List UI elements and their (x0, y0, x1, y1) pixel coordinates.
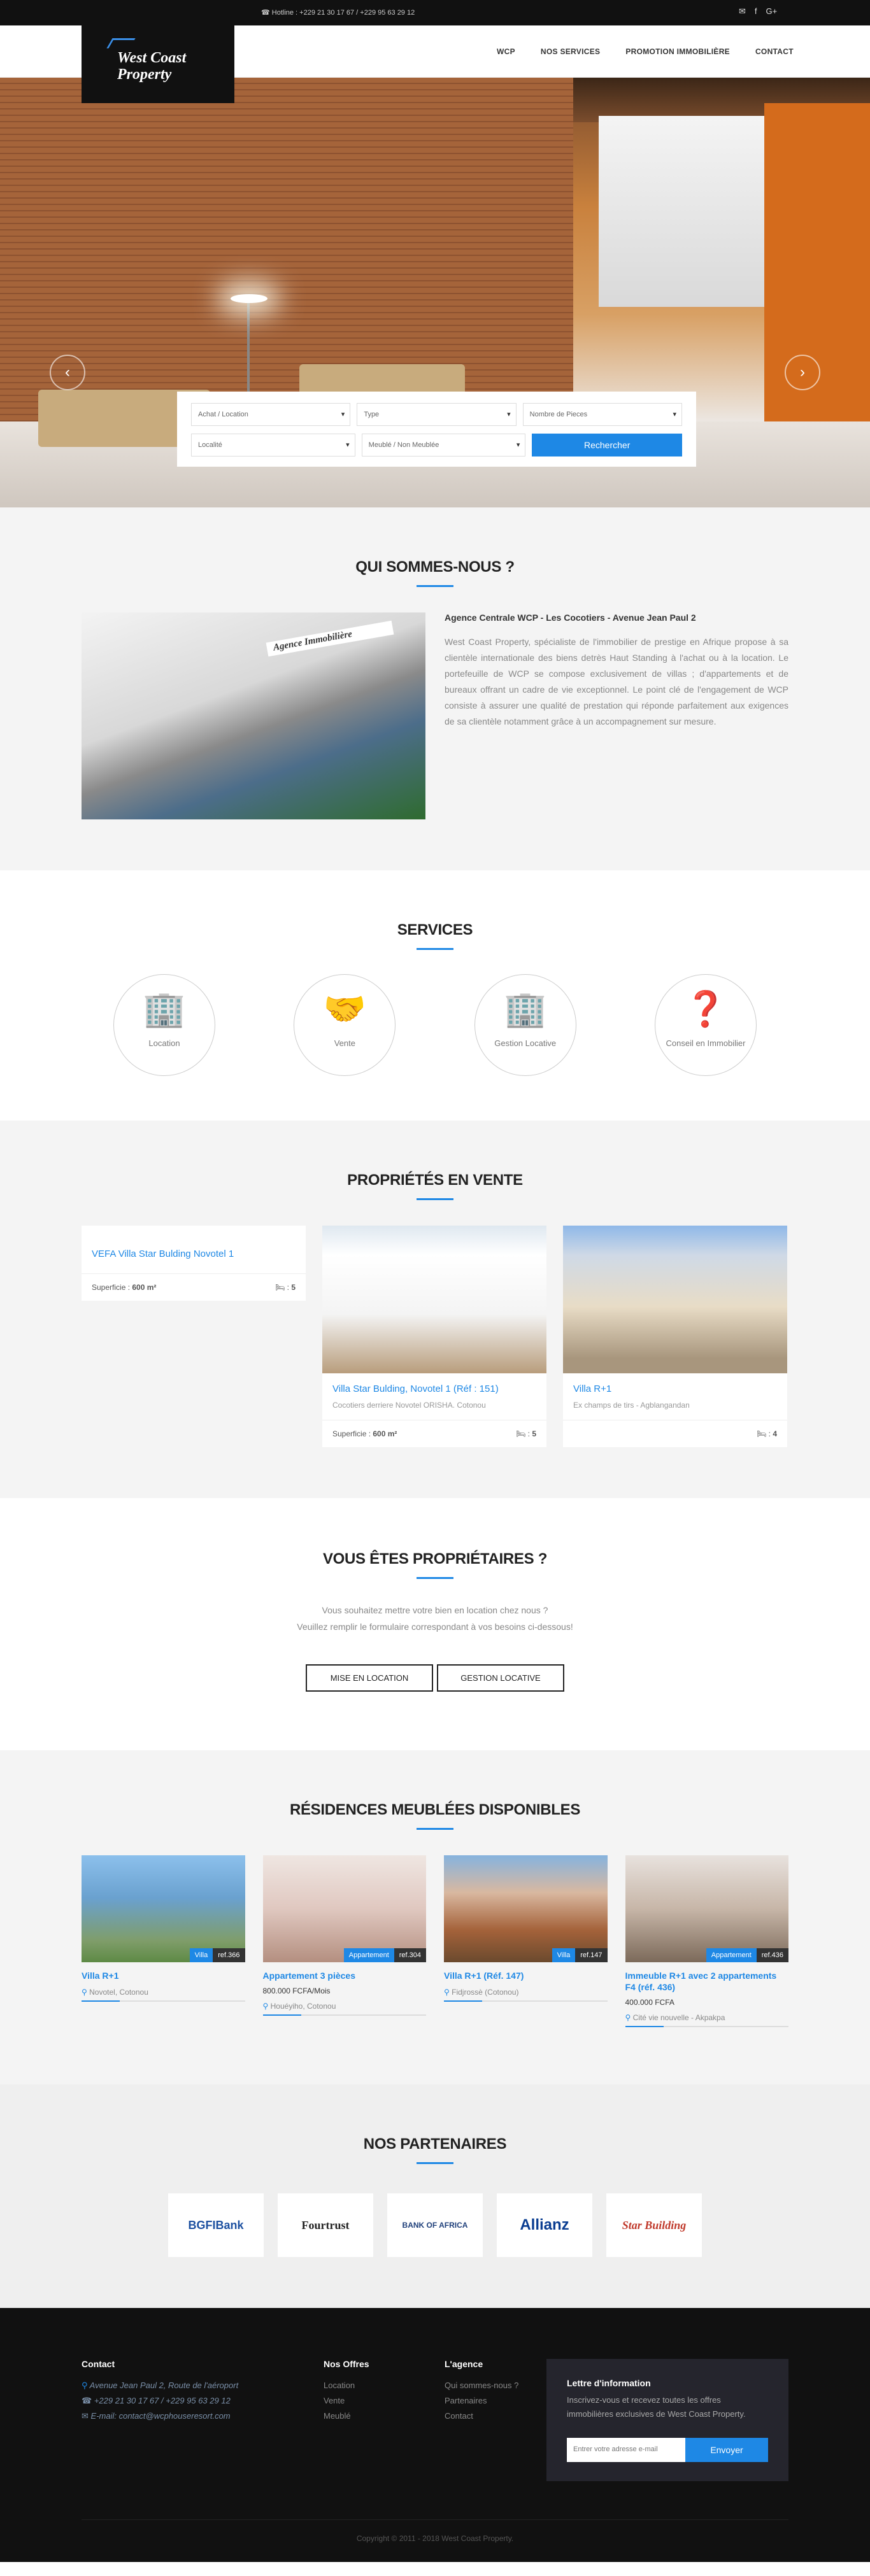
footer-link[interactable]: Qui sommes-nous ? (445, 2378, 546, 2393)
hotline-text: ☎ Hotline : +229 21 30 17 67 / +229 95 6… (261, 9, 415, 17)
google-plus-icon[interactable]: G+ (766, 6, 778, 17)
building-icon: 🏢 (143, 990, 186, 1028)
furnished-section: RÉSIDENCES MEUBLÉES DISPONIBLES Villa ref… (0, 1750, 870, 2084)
service-gestion[interactable]: 🏢 Gestion Locative (474, 974, 576, 1076)
property-photo[interactable] (563, 1226, 787, 1373)
about-heading: Agence Centrale WCP - Les Cocotiers - Av… (445, 612, 696, 623)
map-pin-icon: ⚲ (82, 2381, 88, 2390)
nav-services[interactable]: NOS SERVICES (528, 47, 613, 56)
section-title: NOS PARTENAIRES (363, 2135, 507, 2153)
search-button[interactable]: Rechercher (532, 434, 683, 456)
section-title: SERVICES (397, 921, 473, 938)
select-type[interactable]: Type (357, 403, 517, 426)
service-vente[interactable]: 🤝 Vente (294, 974, 396, 1076)
listing-item[interactable]: Villa ref.147 Villa R+1 (Réf. 147) ⚲ Fidj… (444, 1855, 608, 2027)
section-title: PROPRIÉTÉS EN VENTE (347, 1171, 523, 1189)
envelope-icon: ✉ (82, 2411, 89, 2421)
partners-section: NOS PARTENAIRES BGFIBank Fourtrust BANK … (0, 2084, 870, 2308)
partner-logo-allianz[interactable]: Allianz (497, 2193, 592, 2257)
slider-prev-arrow[interactable]: ‹ (50, 355, 85, 390)
map-pin-icon: ⚲ (82, 1988, 87, 1997)
footer-link[interactable]: Location (324, 2378, 445, 2393)
partner-logo-bgfi[interactable]: BGFIBank (168, 2193, 264, 2257)
footer-link[interactable]: Vente (324, 2393, 445, 2409)
bed-icon: 🛏 : 5 (275, 1283, 296, 1292)
property-card[interactable]: Villa R+1 Ex champs de tirs - Agblanganda… (563, 1226, 787, 1447)
footer-link[interactable]: Contact (445, 2409, 546, 2424)
partner-logo-boa[interactable]: BANK OF AFRICA (387, 2193, 483, 2257)
topbar: ☎ Hotline : +229 21 30 17 67 / +229 95 6… (0, 0, 870, 25)
bed-icon: 🛏 : 5 (516, 1429, 536, 1438)
footer-offres: Nos Offres Location Vente Meublé (324, 2359, 445, 2481)
select-furnished[interactable]: Meublé / Non Meublée (361, 434, 526, 456)
property-card[interactable]: VEFA Villa Star Bulding Novotel 1 Superf… (82, 1226, 306, 1301)
logo-line1: West Coast (117, 50, 187, 66)
newsletter-box: Lettre d'information Inscrivez-vous et r… (546, 2359, 788, 2481)
header: West Coast Property WCP NOS SERVICES PRO… (0, 25, 870, 103)
map-pin-icon: ⚲ (444, 1988, 450, 1997)
wood-wall (0, 78, 573, 421)
property-title[interactable]: VEFA Villa Star Bulding Novotel 1 (92, 1249, 296, 1259)
section-title: RÉSIDENCES MEUBLÉES DISPONIBLES (289, 1801, 581, 1818)
agency-photo: Agence Immobilière (82, 612, 425, 819)
bed-icon: 🛏 : 4 (757, 1429, 777, 1438)
property-title[interactable]: Villa Star Bulding, Novotel 1 (Réf : 151… (332, 1384, 536, 1394)
about-text: West Coast Property, spécialiste de l'im… (445, 637, 788, 726)
service-location[interactable]: 🏢 Location (113, 974, 215, 1076)
roof-icon (106, 38, 136, 48)
select-transaction[interactable]: Achat / Location (191, 403, 351, 426)
facebook-icon[interactable]: f (755, 6, 757, 17)
mise-en-location-button[interactable]: MISE EN LOCATION (306, 1664, 433, 1692)
property-card[interactable]: Villa Star Bulding, Novotel 1 (Réf : 151… (322, 1226, 546, 1447)
logo-line2: Property (117, 66, 172, 83)
building-icon: 🏢 (504, 990, 547, 1028)
slider-next-arrow[interactable]: › (785, 355, 820, 390)
partner-logo-fourtrust[interactable]: Fourtrust (278, 2193, 373, 2257)
service-conseil[interactable]: ❓ Conseil en Immobilier (654, 974, 757, 1076)
footer-contact: Contact ⚲ Avenue Jean Paul 2, Route de l… (82, 2359, 239, 2421)
listing-item[interactable]: Villa ref.366 Villa R+1 ⚲ Novotel, Cotono… (82, 1855, 245, 2027)
map-pin-icon: ⚲ (262, 2002, 269, 2011)
footer-link[interactable]: Partenaires (445, 2393, 546, 2409)
property-photo[interactable] (322, 1226, 546, 1373)
handshake-icon: 🤝 (323, 990, 366, 1028)
agency-sign: Agence Immobilière (266, 620, 394, 657)
social-links: ✉ f G+ (739, 6, 777, 17)
services-section: SERVICES 🏢 Location 🤝 Vente 🏢 Gestion Locat… (0, 870, 870, 1121)
logo[interactable]: West Coast Property (82, 25, 234, 103)
about-section: QUI SOMMES-NOUS ? Agence Immobilière Age… (0, 507, 870, 870)
section-title: VOUS ÊTES PROPRIÉTAIRES ? (322, 1550, 548, 1568)
nav-wcp[interactable]: WCP (484, 47, 528, 56)
envelope-icon[interactable]: ✉ (739, 6, 746, 17)
newsletter-email-input[interactable]: Entrer votre adresse e-mail (567, 2438, 685, 2462)
property-title[interactable]: Villa R+1 (573, 1384, 777, 1394)
gestion-locative-button[interactable]: GESTION LOCATIVE (437, 1664, 564, 1692)
select-location[interactable]: Localité (191, 434, 355, 456)
sale-section: PROPRIÉTÉS EN VENTE VEFA Villa Star Buld… (0, 1121, 870, 1498)
search-form: Achat / Location Type Nombre de Pieces L… (177, 392, 696, 467)
main-nav: WCP NOS SERVICES PROMOTION IMMOBILIÈRE C… (484, 47, 806, 56)
select-rooms[interactable]: Nombre de Pieces (522, 403, 682, 426)
section-title: QUI SOMMES-NOUS ? (355, 558, 515, 576)
listing-item[interactable]: Appartement ref.436 Immeuble R+1 avec 2 a… (625, 1855, 788, 2027)
nav-promotion[interactable]: PROMOTION IMMOBILIÈRE (613, 47, 743, 56)
footer: Contact ⚲ Avenue Jean Paul 2, Route de l… (0, 2308, 870, 2562)
footer-agence: L'agence Qui sommes-nous ? Partenaires C… (445, 2359, 546, 2481)
nav-contact[interactable]: CONTACT (743, 47, 806, 56)
partner-logo-starbuilding[interactable]: Star Building (606, 2193, 702, 2257)
footer-link[interactable]: Meublé (324, 2409, 445, 2424)
newsletter-submit-button[interactable]: Envoyer (685, 2438, 768, 2462)
map-pin-icon: ⚲ (625, 2013, 631, 2022)
phone-icon: ☎ (82, 2396, 92, 2405)
owners-section: VOUS ÊTES PROPRIÉTAIRES ? Vous souhaitez… (0, 1498, 870, 1750)
copyright: Copyright © 2011 - 2018 West Coast Prope… (82, 2519, 788, 2543)
listing-item[interactable]: Appartement ref.304 Appartement 3 pièces … (262, 1855, 426, 2027)
question-icon: ❓ (684, 990, 727, 1028)
